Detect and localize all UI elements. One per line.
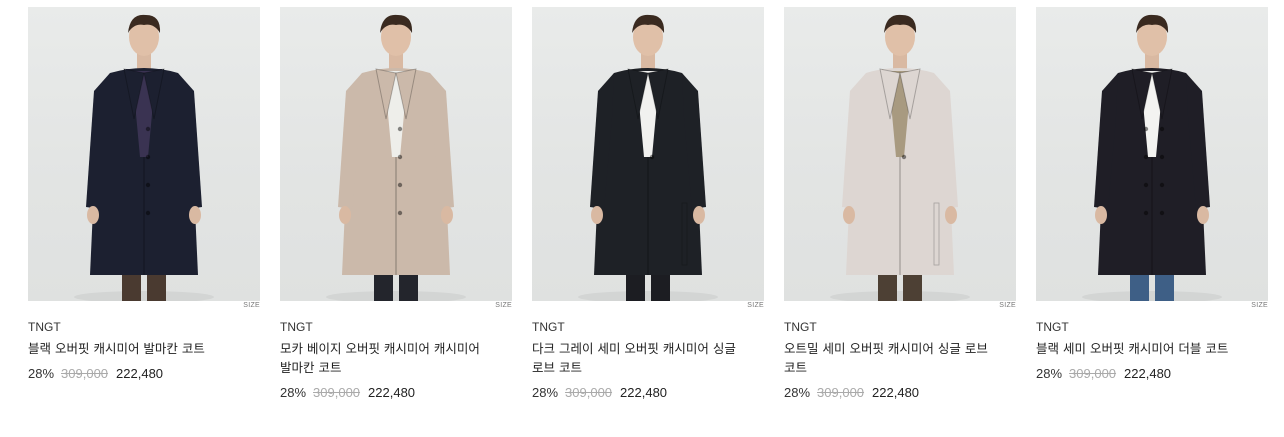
model-illustration <box>74 14 214 301</box>
coat-button <box>1159 182 1165 188</box>
size-row: SIZE <box>784 301 1016 313</box>
coat-button <box>1143 126 1149 132</box>
product-grid: SIZE TNGT 블랙 오버핏 캐시미어 발마칸 코트 28% 309,000 2… <box>0 0 1284 437</box>
floor-shadow <box>830 291 970 301</box>
original-price: 309,000 <box>565 385 613 400</box>
model-illustration <box>578 14 718 301</box>
left-hand <box>1095 206 1107 224</box>
product-brand[interactable]: TNGT <box>28 320 260 334</box>
right-hand <box>1197 206 1209 224</box>
product-image[interactable] <box>532 7 764 301</box>
coat-button <box>145 182 151 188</box>
product-card[interactable]: SIZE TNGT 모카 베이지 오버핏 캐시미어 캐시미어 발마칸 코트 28… <box>280 7 512 401</box>
product-name[interactable]: 블랙 세미 오버핏 캐시미어 더블 코트 <box>1036 339 1242 358</box>
belt-tail <box>933 202 940 266</box>
original-price: 309,000 <box>313 385 361 400</box>
left-hand <box>843 206 855 224</box>
sale-price: 222,480 <box>620 385 668 400</box>
floor-shadow <box>1082 291 1222 301</box>
coat-button <box>901 154 907 160</box>
left-hand <box>339 206 351 224</box>
coat-button <box>145 126 151 132</box>
product-name[interactable]: 오트밀 세미 오버핏 캐시미어 싱글 로브 코트 <box>784 339 990 377</box>
size-row: SIZE <box>280 301 512 313</box>
product-card[interactable]: SIZE TNGT 오트밀 세미 오버핏 캐시미어 싱글 로브 코트 28% 30… <box>784 7 1016 401</box>
coat-button <box>1143 210 1149 216</box>
discount-rate: 28% <box>532 385 559 400</box>
original-price: 309,000 <box>817 385 865 400</box>
model-illustration <box>830 14 970 301</box>
product-card[interactable]: SIZE TNGT 다크 그레이 세미 오버핏 캐시미어 싱글 로브 코트 28… <box>532 7 764 401</box>
price-row: 28% 309,000 222,480 <box>280 385 512 401</box>
sale-price: 222,480 <box>368 385 416 400</box>
coat-button <box>649 154 655 160</box>
coat-button <box>1159 126 1165 132</box>
size-tag[interactable]: SIZE <box>1251 302 1268 309</box>
discount-rate: 28% <box>280 385 307 400</box>
coat-button <box>1159 154 1165 160</box>
coat-button <box>397 210 403 216</box>
size-tag[interactable]: SIZE <box>243 302 260 309</box>
floor-shadow <box>578 291 718 301</box>
coat-button <box>145 154 151 160</box>
size-tag[interactable]: SIZE <box>999 302 1016 309</box>
product-name[interactable]: 다크 그레이 세미 오버핏 캐시미어 싱글 로브 코트 <box>532 339 738 377</box>
coat-button <box>1143 154 1149 160</box>
discount-rate: 28% <box>784 385 811 400</box>
price-row: 28% 309,000 222,480 <box>532 385 764 401</box>
price-row: 28% 309,000 222,480 <box>784 385 1016 401</box>
product-name[interactable]: 모카 베이지 오버핏 캐시미어 캐시미어 발마칸 코트 <box>280 339 486 377</box>
coat-button <box>1143 182 1149 188</box>
size-row: SIZE <box>1036 301 1268 313</box>
product-brand[interactable]: TNGT <box>1036 320 1268 334</box>
product-card[interactable]: SIZE TNGT 블랙 세미 오버핏 캐시미어 더블 코트 28% 309,00… <box>1036 7 1268 382</box>
coat-button <box>1159 210 1165 216</box>
floor-shadow <box>326 291 466 301</box>
floor-shadow <box>74 291 214 301</box>
right-hand <box>441 206 453 224</box>
price-row: 28% 309,000 222,480 <box>28 366 260 382</box>
right-hand <box>945 206 957 224</box>
model-illustration <box>1082 14 1222 301</box>
product-brand[interactable]: TNGT <box>280 320 512 334</box>
product-name[interactable]: 블랙 오버핏 캐시미어 발마칸 코트 <box>28 339 234 358</box>
product-image[interactable] <box>280 7 512 301</box>
right-hand <box>693 206 705 224</box>
sale-price: 222,480 <box>872 385 920 400</box>
product-brand[interactable]: TNGT <box>784 320 1016 334</box>
coat-button <box>397 182 403 188</box>
discount-rate: 28% <box>28 366 55 381</box>
product-image[interactable] <box>1036 7 1268 301</box>
sale-price: 222,480 <box>116 366 164 381</box>
product-image[interactable] <box>28 7 260 301</box>
right-hand <box>189 206 201 224</box>
coat-button <box>397 126 403 132</box>
product-brand[interactable]: TNGT <box>532 320 764 334</box>
sale-price: 222,480 <box>1124 366 1172 381</box>
product-card[interactable]: SIZE TNGT 블랙 오버핏 캐시미어 발마칸 코트 28% 309,000 2… <box>28 7 260 382</box>
size-tag[interactable]: SIZE <box>495 302 512 309</box>
original-price: 309,000 <box>1069 366 1117 381</box>
coat-button <box>397 154 403 160</box>
size-row: SIZE <box>532 301 764 313</box>
model-illustration <box>326 14 466 301</box>
left-hand <box>87 206 99 224</box>
belt-tail <box>681 202 688 266</box>
product-image[interactable] <box>784 7 1016 301</box>
price-row: 28% 309,000 222,480 <box>1036 366 1268 382</box>
size-row: SIZE <box>28 301 260 313</box>
left-hand <box>591 206 603 224</box>
discount-rate: 28% <box>1036 366 1063 381</box>
size-tag[interactable]: SIZE <box>747 302 764 309</box>
original-price: 309,000 <box>61 366 109 381</box>
coat-button <box>145 210 151 216</box>
